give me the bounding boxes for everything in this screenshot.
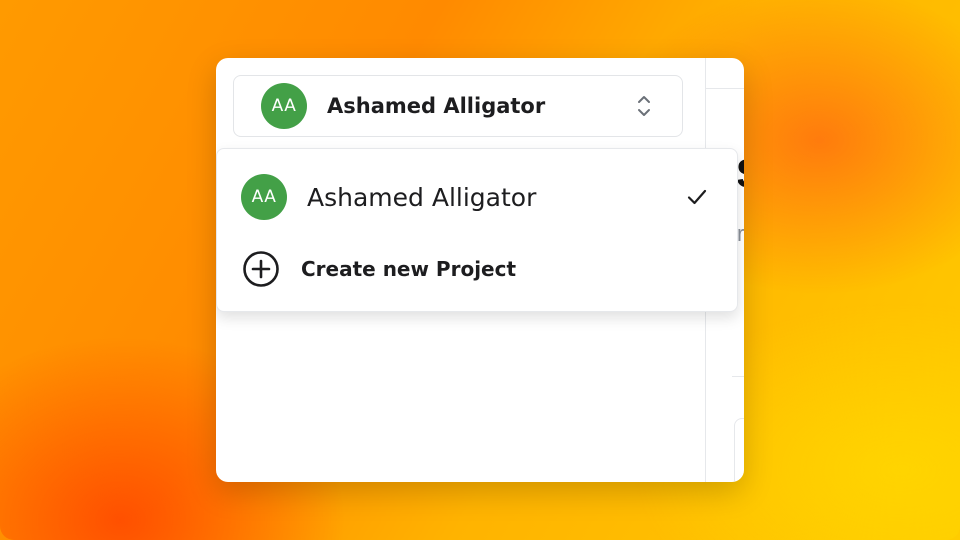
project-option-avatar: AA <box>241 174 287 220</box>
project-dropdown-menu: AA Ashamed Alligator Create new Project <box>216 148 738 312</box>
check-icon <box>685 185 709 209</box>
create-project-button[interactable]: Create new Project <box>217 249 737 289</box>
project-option-label: Ashamed Alligator <box>307 182 537 212</box>
page-subtext-fragment: r <box>737 221 744 246</box>
project-avatar: AA <box>261 83 307 129</box>
project-switcher-label: Ashamed Alligator <box>327 94 546 118</box>
chevron-up-down-icon <box>636 93 652 119</box>
create-project-label: Create new Project <box>301 257 517 281</box>
content-divider <box>732 376 744 377</box>
app-window: S r AA Ashamed Alligator AA Ashamed Alli… <box>216 58 744 482</box>
plus-circle-icon <box>242 250 280 288</box>
content-card <box>734 418 744 482</box>
header-divider <box>706 88 744 89</box>
project-switcher[interactable]: AA Ashamed Alligator <box>233 75 683 137</box>
project-option-ashamed-alligator[interactable]: AA Ashamed Alligator <box>217 173 737 221</box>
